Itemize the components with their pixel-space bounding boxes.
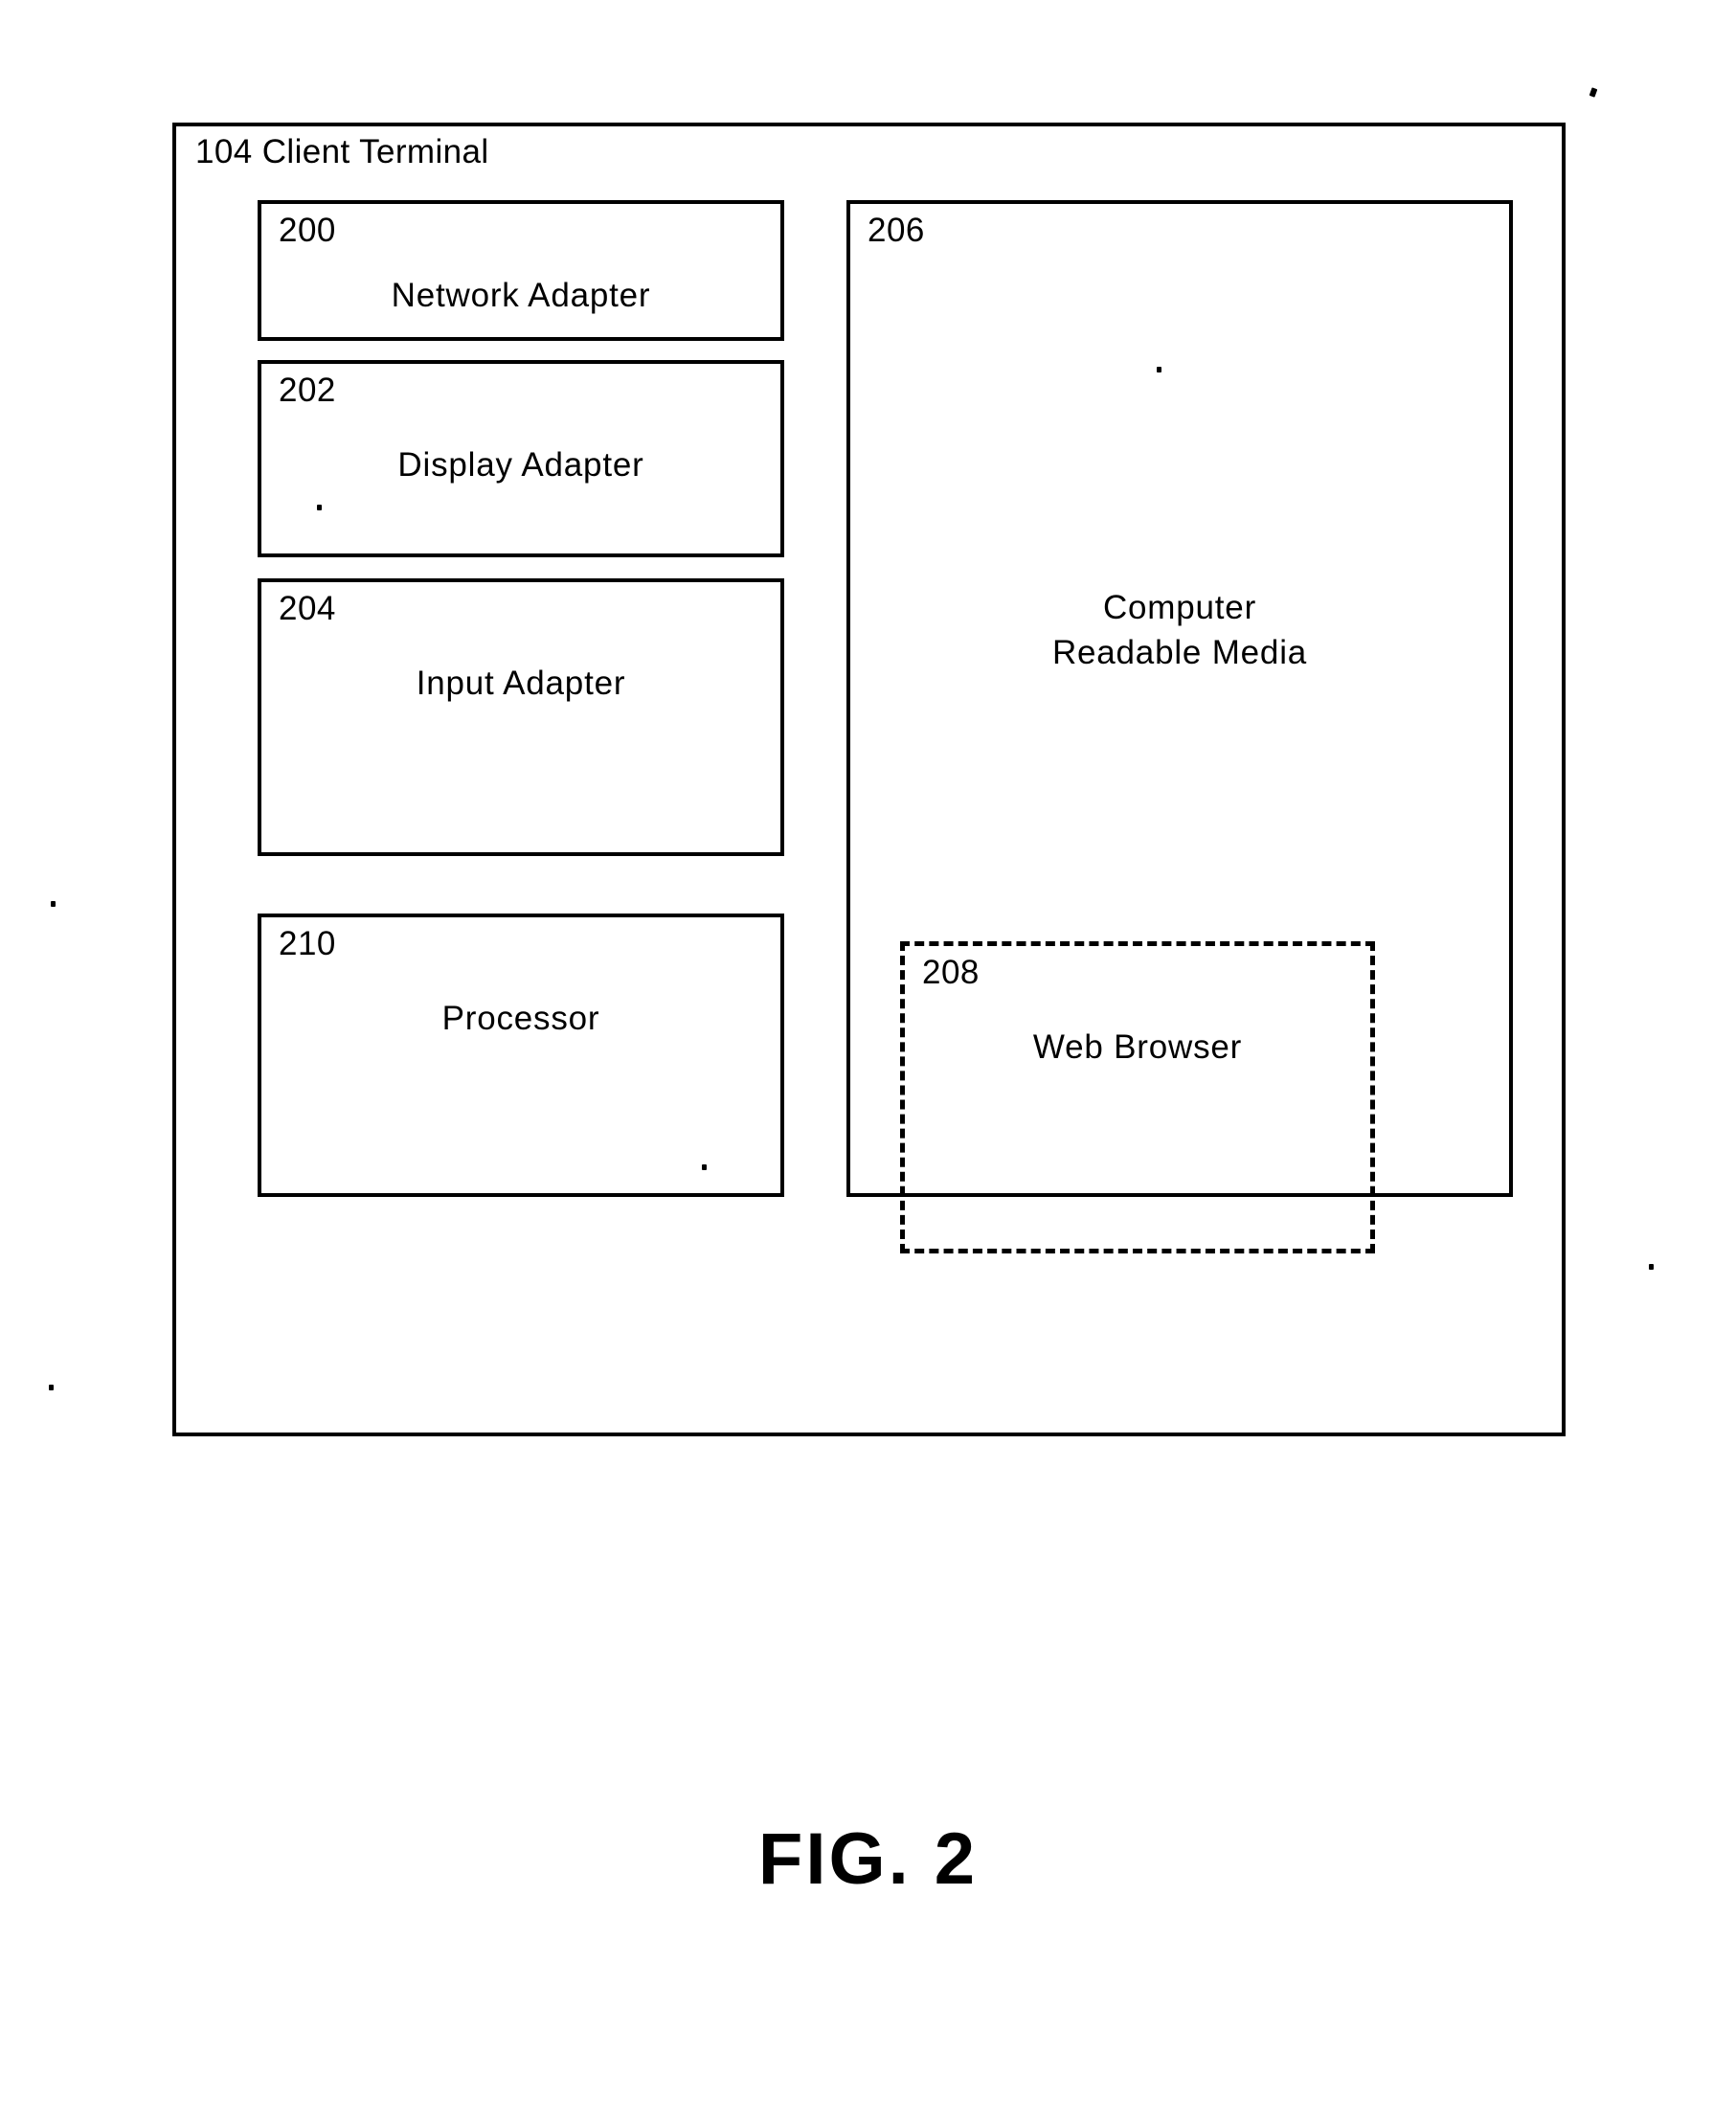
- figure-page: 104 Client Terminal 200 Network Adapter …: [0, 0, 1736, 2121]
- client-terminal-box: 104 Client Terminal 200 Network Adapter …: [172, 123, 1566, 1436]
- scan-speck: [51, 901, 56, 907]
- input-adapter-ref: 204: [279, 590, 336, 627]
- display-adapter-ref: 202: [279, 372, 336, 409]
- input-adapter-label: Input Adapter: [416, 665, 626, 702]
- input-adapter-box: 204 Input Adapter: [258, 578, 784, 856]
- computer-readable-media-label-line2: Readable Media: [1051, 634, 1308, 672]
- scan-speck: [1649, 1264, 1654, 1270]
- processor-ref: 210: [279, 925, 336, 962]
- display-adapter-label: Display Adapter: [397, 446, 644, 484]
- client-terminal-title: 104 Client Terminal: [195, 133, 489, 170]
- network-adapter-ref: 200: [279, 212, 336, 249]
- scan-speck: [49, 1385, 54, 1390]
- display-adapter-box: 202 Display Adapter: [258, 360, 784, 557]
- web-browser-ref: 208: [922, 954, 980, 991]
- scan-speck: [1589, 87, 1598, 98]
- figure-caption: FIG. 2: [757, 1818, 979, 1900]
- scan-speck: [317, 505, 322, 510]
- processor-label: Processor: [441, 1000, 600, 1037]
- processor-box: 210 Processor: [258, 914, 784, 1197]
- computer-readable-media-ref: 206: [868, 212, 925, 249]
- web-browser-label: Web Browser: [1032, 1028, 1243, 1066]
- computer-readable-media-label: Computer Readable Media: [850, 585, 1509, 676]
- network-adapter-label: Network Adapter: [391, 277, 651, 314]
- computer-readable-media-label-line1: Computer: [1102, 589, 1257, 626]
- scan-speck: [702, 1164, 707, 1170]
- web-browser-box: 208 Web Browser: [900, 941, 1375, 1253]
- computer-readable-media-box: 206 Computer Readable Media 208 Web Brow…: [846, 200, 1513, 1253]
- network-adapter-box: 200 Network Adapter: [258, 200, 784, 341]
- scan-speck: [1157, 367, 1161, 372]
